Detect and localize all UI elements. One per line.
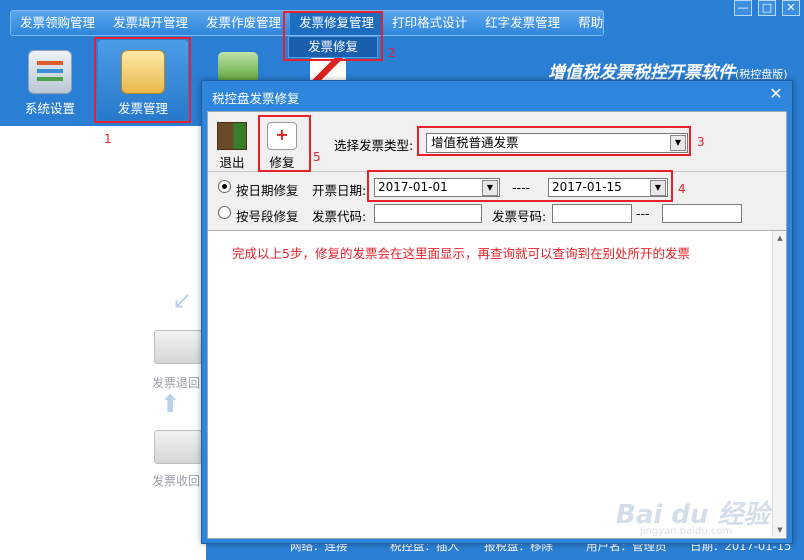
issue-date-label: 开票日期: xyxy=(312,183,367,198)
invoice-code-input[interactable] xyxy=(374,204,482,223)
scroll-up-icon[interactable]: ▲ xyxy=(773,231,787,245)
exit-label: 退出 xyxy=(219,155,245,170)
annotation-label-1: 1 xyxy=(104,132,112,146)
exit-button[interactable]: 退出 xyxy=(212,122,252,171)
dialog-title: 税控盘发票修复 xyxy=(212,91,300,106)
by-date-label: 按日期修复 xyxy=(236,183,299,198)
invoice-code-label: 发票代码: xyxy=(312,209,367,224)
annotation-label-3: 3 xyxy=(697,135,705,149)
invoice-recover-label: 发票收回 xyxy=(152,474,201,488)
annotation-box-5 xyxy=(258,115,311,172)
left-pane: ↙ 发票退回 ⬆ 发票收回 xyxy=(0,126,206,560)
invoice-recover-icon[interactable] xyxy=(154,430,202,464)
exit-door-icon xyxy=(217,122,247,150)
by-segment-row: 按号段修复 发票代码: 发票号码: --- xyxy=(208,202,786,226)
by-date-radio[interactable] xyxy=(218,180,231,193)
invoice-number-label: 发票号码: xyxy=(492,209,547,224)
annotation-label-5: 5 xyxy=(313,150,321,164)
menu-invoice-purchase[interactable]: 发票领购管理 xyxy=(11,11,104,35)
app-window: 发票领购管理 发票填开管理 发票作废管理 发票修复管理 打印格式设计 红字发票管… xyxy=(0,0,804,560)
invoice-return-icon[interactable] xyxy=(154,330,202,364)
tools-icon[interactable] xyxy=(310,58,346,82)
up-arrow-icon: ⬆ xyxy=(160,390,181,418)
window-controls: — □ ✕ xyxy=(734,0,800,16)
invoice-type-label: 选择发票类型: xyxy=(334,138,414,153)
by-segment-radio[interactable] xyxy=(218,206,231,219)
invoice-return-label: 发票退回 xyxy=(152,376,201,390)
system-settings-label: 系统设置 xyxy=(24,101,75,116)
menu-invoice-void[interactable]: 发票作废管理 xyxy=(197,11,290,35)
invoice-number-from-input[interactable] xyxy=(552,204,632,223)
annotation-label-2: 2 xyxy=(388,46,396,60)
arrow-icon: ↙ xyxy=(172,286,193,314)
results-area[interactable]: 完成以上5步，修复的发票会在这里面显示，再查询就可以查询到在别处所开的发票 ▲ … xyxy=(208,230,786,538)
annotation-box-3 xyxy=(417,126,691,156)
minimize-button[interactable]: — xyxy=(734,0,752,16)
settings-icon xyxy=(28,50,72,94)
watermark-url: jingyan.baidu.com xyxy=(640,526,733,537)
vertical-scrollbar[interactable]: ▲ ▼ xyxy=(772,231,786,537)
menu-red-invoice[interactable]: 红字发票管理 xyxy=(476,11,569,35)
annotation-box-4 xyxy=(367,170,673,202)
menu-print-format[interactable]: 打印格式设计 xyxy=(383,11,476,35)
menu-help[interactable]: 帮助 xyxy=(569,11,612,35)
by-segment-label: 按号段修复 xyxy=(236,209,299,224)
number-separator: --- xyxy=(636,206,650,221)
close-button[interactable]: ✕ xyxy=(782,0,800,16)
maximize-button[interactable]: □ xyxy=(758,0,776,16)
annotation-label-4: 4 xyxy=(678,182,686,196)
annotation-box-2 xyxy=(283,11,383,61)
refresh-icon[interactable] xyxy=(218,52,258,82)
menu-invoice-issue[interactable]: 发票填开管理 xyxy=(104,11,197,35)
annotation-box-1 xyxy=(94,37,191,123)
system-settings-button[interactable]: 系统设置 xyxy=(14,50,86,117)
dialog-close-button[interactable]: ✕ xyxy=(766,84,786,104)
invoice-number-to-input[interactable] xyxy=(662,204,742,223)
instruction-message: 完成以上5步，修复的发票会在这里面显示，再查询就可以查询到在别处所开的发票 xyxy=(232,246,690,261)
scroll-down-icon[interactable]: ▼ xyxy=(773,523,787,537)
